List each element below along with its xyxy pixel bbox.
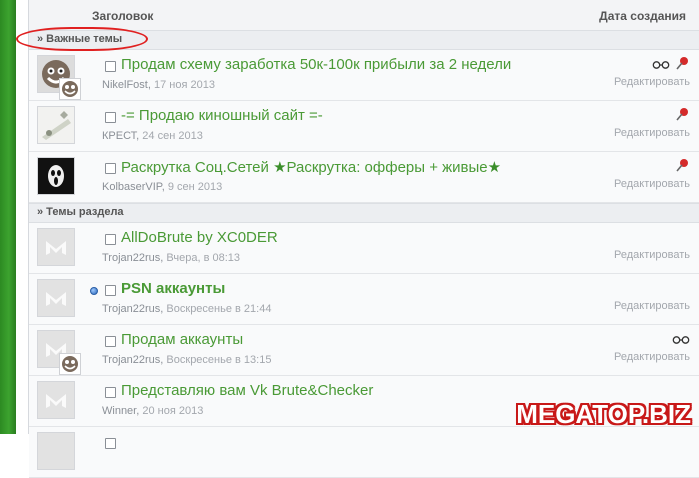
- left-green-sidebar: [0, 0, 16, 434]
- thread-author[interactable]: Trojan22rus: [102, 354, 160, 366]
- edit-link[interactable]: Редактировать: [614, 178, 690, 190]
- thread-meta: Trojan22rus, Воскресенье в 13:15: [102, 354, 272, 366]
- thread-date: 24 сен 2013: [142, 130, 203, 142]
- avatar[interactable]: [37, 279, 75, 317]
- thread-date: 9 сен 2013: [167, 181, 223, 193]
- thread-title-link[interactable]: -= Продаю киношный сайт =-: [121, 107, 323, 124]
- thread-title-link[interactable]: AllDoBrute by XC0DER: [121, 229, 278, 246]
- thread-date: Вчера, в 08:13: [166, 252, 241, 264]
- avatar[interactable]: [37, 106, 75, 144]
- last-poster-avatar[interactable]: [59, 78, 81, 100]
- avatar[interactable]: [37, 381, 75, 419]
- thread-checkbox[interactable]: [105, 285, 116, 296]
- thread-author[interactable]: NikelFost: [102, 79, 148, 91]
- thread-date: 20 ноя 2013: [142, 405, 204, 417]
- thread-list-header: Заголовок Дата создания: [29, 0, 699, 31]
- thread-date: Воскресенье в 21:44: [166, 303, 272, 315]
- pin-icon: [676, 159, 688, 172]
- thread-author[interactable]: Winner: [102, 405, 136, 417]
- section-forum: » Темы раздела: [29, 203, 699, 223]
- thread-author[interactable]: Trojan22rus: [102, 303, 160, 315]
- thread-date: Воскресенье в 13:15: [166, 354, 272, 366]
- edit-link[interactable]: Редактировать: [614, 351, 690, 363]
- thread-date: 17 ноя 2013: [153, 79, 215, 91]
- thread-checkbox[interactable]: [105, 438, 116, 449]
- pin-icon: [676, 108, 688, 121]
- column-title-header[interactable]: Заголовок: [92, 9, 153, 23]
- column-date-header[interactable]: Дата создания: [599, 9, 686, 23]
- thread-author[interactable]: КРЕСТ: [102, 130, 136, 142]
- avatar[interactable]: [37, 228, 75, 266]
- thread-checkbox[interactable]: [105, 234, 116, 245]
- thread-checkbox[interactable]: [105, 163, 116, 174]
- thread-row[interactable]: -= Продаю киношный сайт =- КРЕСТ, 24 сен…: [29, 101, 699, 152]
- thread-row[interactable]: Продам аккаунты Trojan22rus, Воскресенье…: [29, 325, 699, 376]
- thread-checkbox[interactable]: [105, 336, 116, 347]
- thread-row[interactable]: PSN аккаунты Trojan22rus, Воскресенье в …: [29, 274, 699, 325]
- thread-row[interactable]: Продам схему заработка 50к-100к прибыли …: [29, 50, 699, 101]
- thread-title-link[interactable]: Продам схему заработка 50к-100к прибыли …: [121, 56, 511, 73]
- thread-meta: KolbaserVIP, 9 сен 2013: [102, 181, 223, 193]
- thread-meta: Trojan22rus, Воскресенье в 21:44: [102, 303, 272, 315]
- section-forum-label: » Темы раздела: [37, 206, 124, 218]
- thread-title-link[interactable]: Представляю вам Vk Brute&Checker: [121, 382, 373, 399]
- thread-title-link[interactable]: Продам аккаунты: [121, 331, 243, 348]
- highlight-circle-annotation: [16, 27, 148, 51]
- unread-indicator-icon[interactable]: [90, 287, 98, 295]
- thread-row[interactable]: Раскрутка Соц.Сетей ★Раскрутка: офферы +…: [29, 152, 699, 203]
- edit-link[interactable]: Редактировать: [614, 300, 690, 312]
- thread-row[interactable]: AllDoBrute by XC0DER Trojan22rus, Вчера,…: [29, 223, 699, 274]
- avatar[interactable]: [37, 432, 75, 470]
- thread-author[interactable]: KolbaserVIP: [102, 181, 162, 193]
- thread-title-link[interactable]: PSN аккаунты: [121, 280, 225, 297]
- thread-checkbox[interactable]: [105, 112, 116, 123]
- site-watermark: MEGATOP.BIZ: [516, 399, 691, 429]
- thread-title-link[interactable]: Раскрутка Соц.Сетей ★Раскрутка: офферы +…: [121, 158, 501, 176]
- glasses-icon: [672, 336, 690, 344]
- pin-icon: [676, 57, 688, 70]
- last-poster-avatar[interactable]: [59, 353, 81, 375]
- avatar[interactable]: [37, 157, 75, 195]
- thread-row[interactable]: [29, 427, 699, 478]
- glasses-icon: [652, 61, 670, 69]
- edit-link[interactable]: Редактировать: [614, 76, 690, 88]
- thread-meta: Trojan22rus, Вчера, в 08:13: [102, 252, 241, 264]
- thread-meta: КРЕСТ, 24 сен 2013: [102, 130, 203, 142]
- thread-meta: NikelFost, 17 ноя 2013: [102, 79, 215, 91]
- edit-link[interactable]: Редактировать: [614, 127, 690, 139]
- thread-checkbox[interactable]: [105, 387, 116, 398]
- thread-list-panel: Заголовок Дата создания » Важные темы Пр…: [28, 0, 699, 478]
- edit-link[interactable]: Редактировать: [614, 249, 690, 261]
- thread-meta: Winner, 20 ноя 2013: [102, 405, 204, 417]
- thread-author[interactable]: Trojan22rus: [102, 252, 160, 264]
- thread-checkbox[interactable]: [105, 61, 116, 72]
